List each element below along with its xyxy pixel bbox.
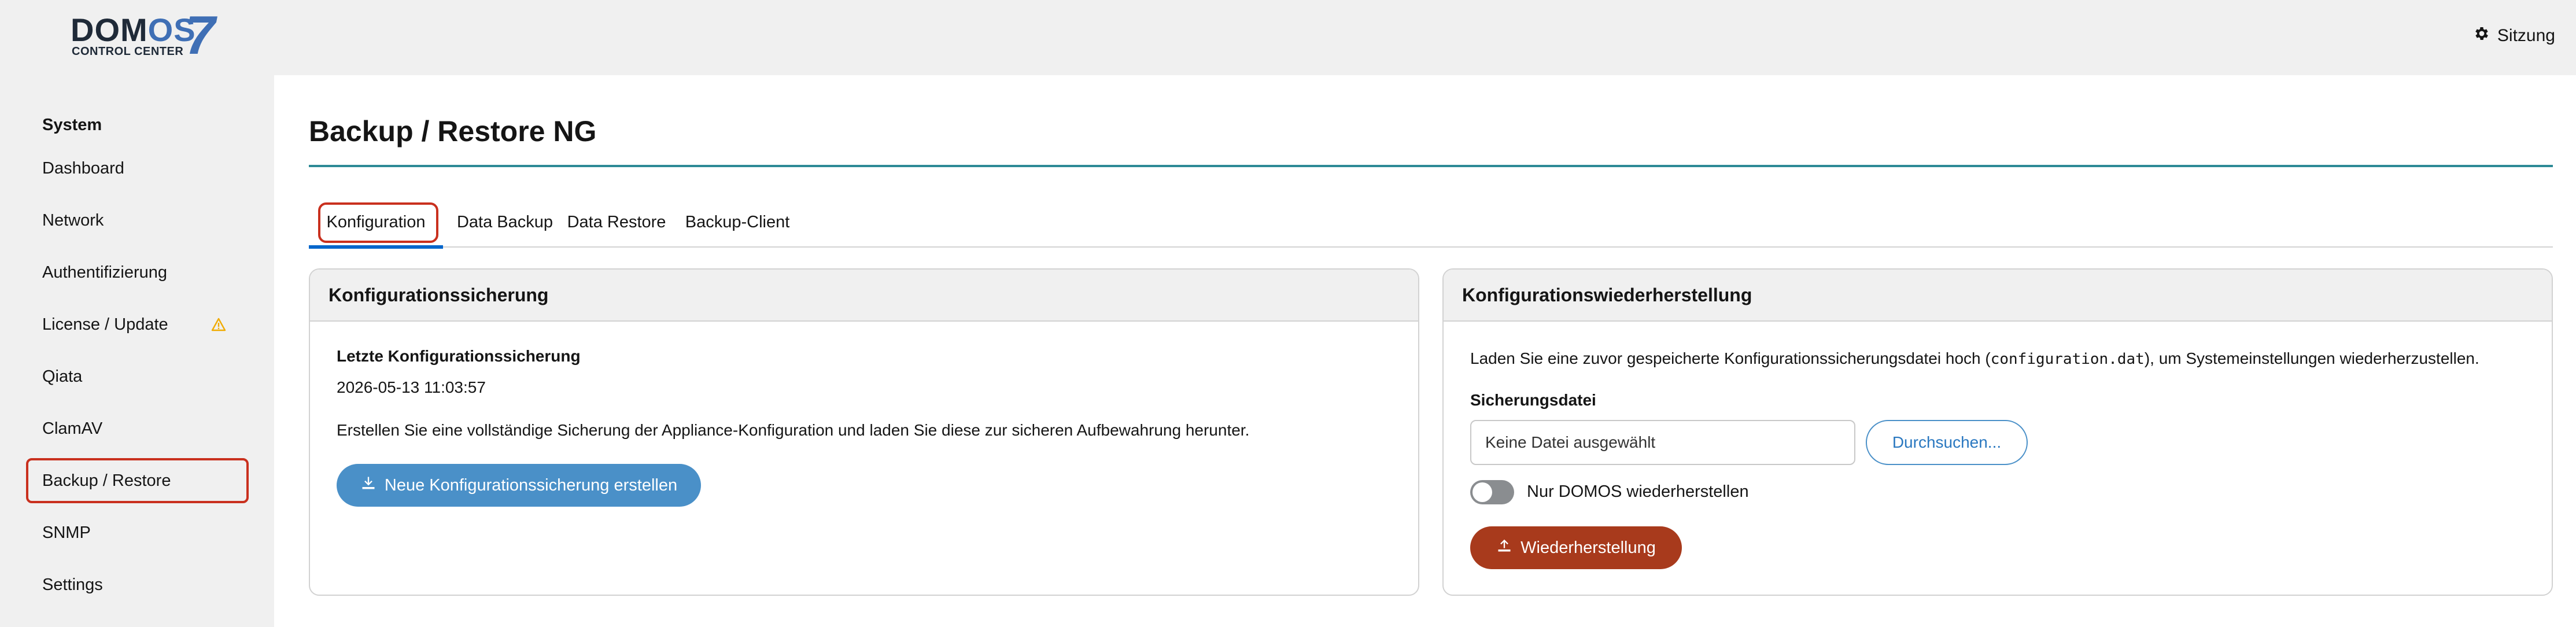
gear-icon	[2473, 25, 2490, 47]
sidebar-item-label: Settings	[42, 575, 103, 594]
create-backup-button[interactable]: Neue Konfigurationssicherung erstellen	[337, 464, 701, 507]
backup-description: Erstellen Sie eine vollständige Sicherun…	[337, 421, 1250, 439]
sidebar-item-qiata[interactable]: Qiata	[26, 354, 249, 399]
sidebar-item-authentifizierung[interactable]: Authentifizierung	[26, 250, 249, 295]
sidebar: System Dashboard Network Authentifizieru…	[0, 75, 274, 627]
toggle-knob	[1472, 482, 1492, 502]
logo-wordmark: DOMOS	[71, 12, 196, 48]
sidebar-item-label: Authentifizierung	[42, 263, 168, 282]
session-menu[interactable]: Sitzung	[2473, 24, 2555, 47]
restore-card: Konfigurationswiederherstellung Laden Si…	[1442, 268, 2553, 596]
top-header: DOMOS CONTROL CENTER 7 Sitzung	[0, 0, 2576, 75]
domos-only-toggle[interactable]	[1470, 480, 1514, 504]
file-input-value: Keine Datei ausgewählt	[1485, 433, 1656, 451]
restore-button[interactable]: Wiederherstellung	[1470, 526, 1682, 569]
upload-icon	[1496, 537, 1512, 558]
logo-version: 7	[185, 5, 216, 65]
session-label: Sitzung	[2497, 26, 2555, 45]
domos-only-label: Nur DOMOS wiederherstellen	[1527, 482, 1749, 501]
sidebar-item-snmp[interactable]: SNMP	[26, 510, 249, 555]
sidebar-item-settings[interactable]: Settings	[26, 562, 249, 607]
tab-konfiguration[interactable]: Konfiguration	[309, 197, 443, 249]
warning-icon	[211, 317, 226, 331]
restore-card-title: Konfigurationswiederherstellung	[1444, 270, 2552, 322]
restore-description-text: Laden Sie eine zuvor gespeicherte Konfig…	[1470, 349, 1991, 367]
backup-file-input[interactable]: Keine Datei ausgewählt	[1470, 420, 1855, 465]
sidebar-section-title: System	[42, 116, 102, 134]
tab-label: Backup-Client	[685, 212, 790, 231]
backup-card: Konfigurationssicherung Letzte Konfigura…	[309, 268, 1419, 596]
tab-label: Data Restore	[567, 212, 666, 231]
restore-description-text-end: ), um Systemeinstellungen wiederherzuste…	[2144, 349, 2479, 367]
restore-description: Laden Sie eine zuvor gespeicherte Konfig…	[1470, 349, 2479, 368]
sidebar-item-backup-restore[interactable]: Backup / Restore	[26, 458, 249, 503]
create-backup-label: Neue Konfigurationssicherung erstellen	[384, 475, 678, 495]
domos-logo: DOMOS CONTROL CENTER 7	[71, 8, 221, 62]
last-backup-value: 2026-05-13 11:03:57	[337, 378, 486, 396]
logo-subtitle: CONTROL CENTER	[72, 45, 184, 58]
sidebar-item-label: Backup / Restore	[42, 471, 171, 490]
main-content: Backup / Restore NG Konfiguration Data B…	[274, 75, 2576, 627]
sidebar-item-label: Qiata	[42, 367, 83, 386]
sidebar-item-label: SNMP	[42, 523, 91, 542]
download-icon	[360, 475, 377, 496]
last-backup-label: Letzte Konfigurationssicherung	[337, 347, 581, 365]
sidebar-item-network[interactable]: Network	[26, 198, 249, 243]
tab-bar: Konfiguration Data Backup Data Restore B…	[309, 197, 2553, 249]
sidebar-item-license-update[interactable]: License / Update	[26, 302, 249, 347]
restore-description-code: configuration.dat	[1990, 351, 2145, 368]
sidebar-item-label: Dashboard	[42, 158, 124, 178]
tab-data-backup[interactable]: Data Backup	[452, 197, 558, 248]
sidebar-item-clamav[interactable]: ClamAV	[26, 406, 249, 451]
sidebar-item-label: Network	[42, 211, 104, 230]
page-title: Backup / Restore NG	[309, 115, 597, 147]
backup-card-title: Konfigurationssicherung	[310, 270, 1418, 322]
tab-label: Data Backup	[456, 212, 553, 231]
tab-data-restore[interactable]: Data Restore	[563, 197, 670, 248]
sidebar-item-label: ClamAV	[42, 419, 103, 438]
browse-button[interactable]: Durchsuchen...	[1866, 420, 2028, 465]
tab-label: Konfiguration	[326, 212, 426, 231]
tab-backup-client[interactable]: Backup-Client	[674, 197, 800, 248]
sidebar-item-label: License / Update	[42, 315, 168, 334]
browse-label: Durchsuchen...	[1892, 433, 2002, 451]
title-divider	[309, 165, 2553, 167]
restore-button-label: Wiederherstellung	[1520, 538, 1656, 557]
file-label: Sicherungsdatei	[1470, 391, 1596, 409]
sidebar-item-dashboard[interactable]: Dashboard	[26, 146, 249, 191]
